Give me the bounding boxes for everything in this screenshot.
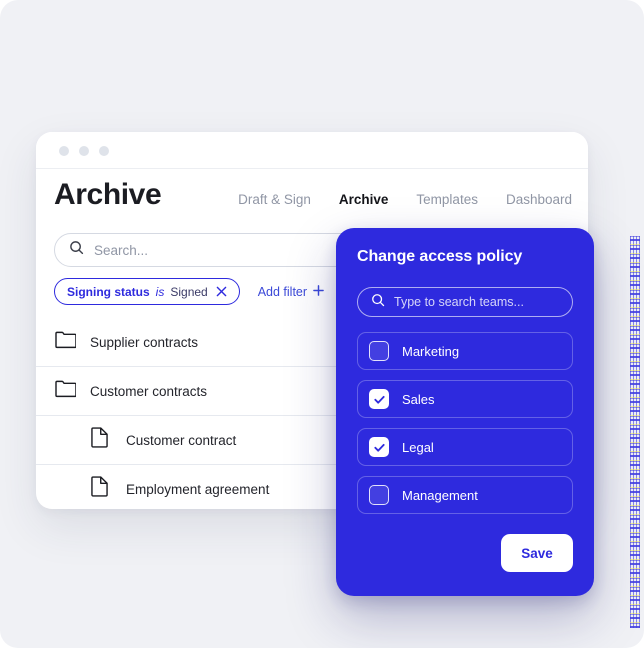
traffic-light-maximize-icon[interactable]	[99, 146, 109, 156]
checkbox-unchecked-icon[interactable]	[369, 485, 389, 505]
team-list: Marketing Sales Legal Management	[357, 332, 573, 524]
traffic-light-minimize-icon[interactable]	[79, 146, 89, 156]
window-titlebar	[36, 132, 588, 169]
document-icon	[91, 427, 108, 453]
file-name: Employment agreement	[126, 481, 270, 497]
modal-title: Change access policy	[357, 248, 523, 265]
filter-chip-key: Signing status	[67, 284, 150, 299]
team-search-bar[interactable]: Type to search teams...	[357, 287, 573, 317]
filter-chip-operator: is	[155, 284, 165, 299]
add-filter-label: Add filter	[257, 284, 308, 299]
team-label: Sales	[402, 391, 435, 407]
nav-item-archive[interactable]: Archive	[339, 192, 389, 207]
team-label: Legal	[402, 439, 434, 455]
file-name: Customer contracts	[90, 383, 208, 399]
checkbox-unchecked-icon[interactable]	[369, 341, 389, 361]
team-row-marketing[interactable]: Marketing	[357, 332, 573, 370]
close-icon[interactable]	[216, 286, 227, 297]
folder-icon	[55, 379, 77, 403]
add-filter-button[interactable]: Add filter	[258, 285, 324, 299]
main-nav: Draft & Sign Archive Templates Dashboard	[238, 192, 572, 207]
file-name: Supplier contracts	[90, 334, 199, 350]
screenshot-canvas: Archive Draft & Sign Archive Templates D…	[0, 0, 644, 648]
checkbox-checked-icon[interactable]	[369, 389, 389, 409]
team-search-input[interactable]: Type to search teams...	[394, 295, 524, 309]
team-row-legal[interactable]: Legal	[357, 428, 573, 466]
team-label: Management	[402, 487, 478, 503]
change-access-policy-modal: Change access policy Type to search team…	[336, 228, 594, 596]
filter-chip-signing-status[interactable]: Signing status is Signed	[54, 278, 240, 305]
team-row-management[interactable]: Management	[357, 476, 573, 514]
plus-icon	[313, 284, 324, 299]
nav-item-draft-and-sign[interactable]: Draft & Sign	[238, 192, 311, 207]
search-icon	[371, 293, 385, 312]
save-button[interactable]: Save	[501, 534, 573, 572]
search-icon	[69, 240, 84, 260]
document-icon	[91, 476, 108, 502]
traffic-light-close-icon[interactable]	[59, 146, 69, 156]
search-input[interactable]: Search...	[94, 243, 148, 258]
edge-compression-artifact	[630, 236, 640, 628]
filter-chip-value: Signed	[170, 284, 208, 299]
team-row-sales[interactable]: Sales	[357, 380, 573, 418]
checkbox-checked-icon[interactable]	[369, 437, 389, 457]
team-label: Marketing	[402, 343, 460, 359]
filter-row: Signing status is Signed Add filter	[54, 278, 324, 305]
folder-icon	[55, 330, 77, 354]
nav-item-templates[interactable]: Templates	[416, 192, 478, 207]
nav-item-dashboard[interactable]: Dashboard	[506, 192, 572, 207]
file-name: Customer contract	[126, 432, 237, 448]
page-title: Archive	[54, 178, 162, 211]
